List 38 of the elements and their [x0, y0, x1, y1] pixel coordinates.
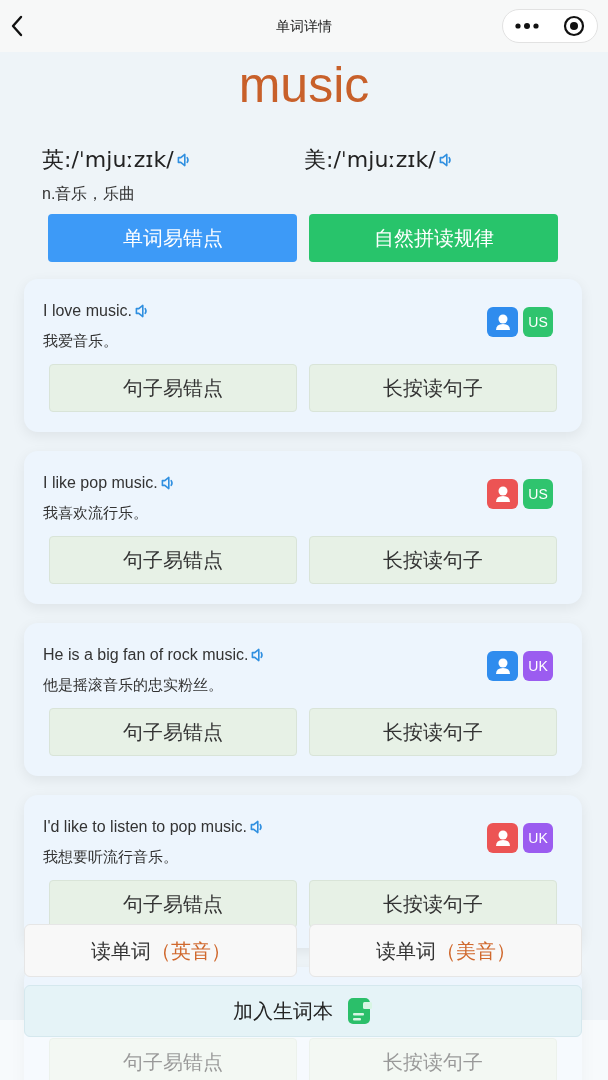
- speaker-badge[interactable]: [487, 651, 518, 681]
- speaker-badge[interactable]: [487, 479, 518, 509]
- speaker-icon[interactable]: [175, 151, 192, 168]
- word-definition: n.音乐，乐曲: [41, 184, 137, 204]
- speaker-badge[interactable]: [487, 307, 518, 337]
- read-word-button[interactable]: 读单词（英音）: [24, 924, 297, 977]
- sentence-translation: 他是摇滚音乐的忠实粉丝。: [43, 675, 224, 695]
- back-icon[interactable]: [10, 14, 24, 38]
- word-title: music: [238, 56, 370, 115]
- sentence-translation: 我爱音乐。: [43, 331, 119, 351]
- sentence-action-button[interactable]: 句子易错点: [49, 880, 297, 928]
- sentence-action-button[interactable]: 长按读句子: [309, 880, 557, 928]
- page-title: 单词详情: [276, 16, 332, 36]
- sentence-action-button[interactable]: 长按读句子: [309, 708, 557, 756]
- sentence-action-button[interactable]: 句子易错点: [49, 364, 297, 412]
- sentence-translation: 我想要听流行音乐。: [43, 847, 179, 867]
- notebook-icon: [347, 997, 373, 1025]
- sentence-translation: 我喜欢流行乐。: [43, 503, 149, 523]
- sentence-action-button[interactable]: 句子易错点: [49, 536, 297, 584]
- add-to-vocabulary-button[interactable]: 加入生词本: [24, 985, 582, 1037]
- sentence-text: He is a big fan of rock music.: [43, 645, 249, 665]
- accent-badge[interactable]: UK: [523, 823, 553, 853]
- sentence-text: I love music.: [43, 301, 132, 321]
- phonetic-text: 美:/ˈmjuːzɪk/: [304, 146, 436, 174]
- sentence-text: I like pop music.: [43, 473, 158, 493]
- speaker-icon[interactable]: [159, 475, 176, 491]
- close-icon[interactable]: [563, 15, 585, 37]
- sentence-action-button[interactable]: 长按读句子: [309, 536, 557, 584]
- speaker-icon[interactable]: [437, 151, 454, 168]
- speaker-badge[interactable]: [487, 823, 518, 853]
- sentence-action-button[interactable]: 长按读句子: [309, 364, 557, 412]
- sentence-action-button[interactable]: 句子易错点: [49, 708, 297, 756]
- accent-badge[interactable]: UK: [523, 651, 553, 681]
- speaker-icon[interactable]: [133, 303, 150, 319]
- phonetic-text: 英:/ˈmjuːzɪk/: [42, 146, 174, 174]
- more-icon[interactable]: [515, 22, 539, 30]
- sentence-text: I'd like to listen to pop music.: [43, 817, 248, 837]
- read-word-button[interactable]: 读单词（美音）: [309, 924, 582, 977]
